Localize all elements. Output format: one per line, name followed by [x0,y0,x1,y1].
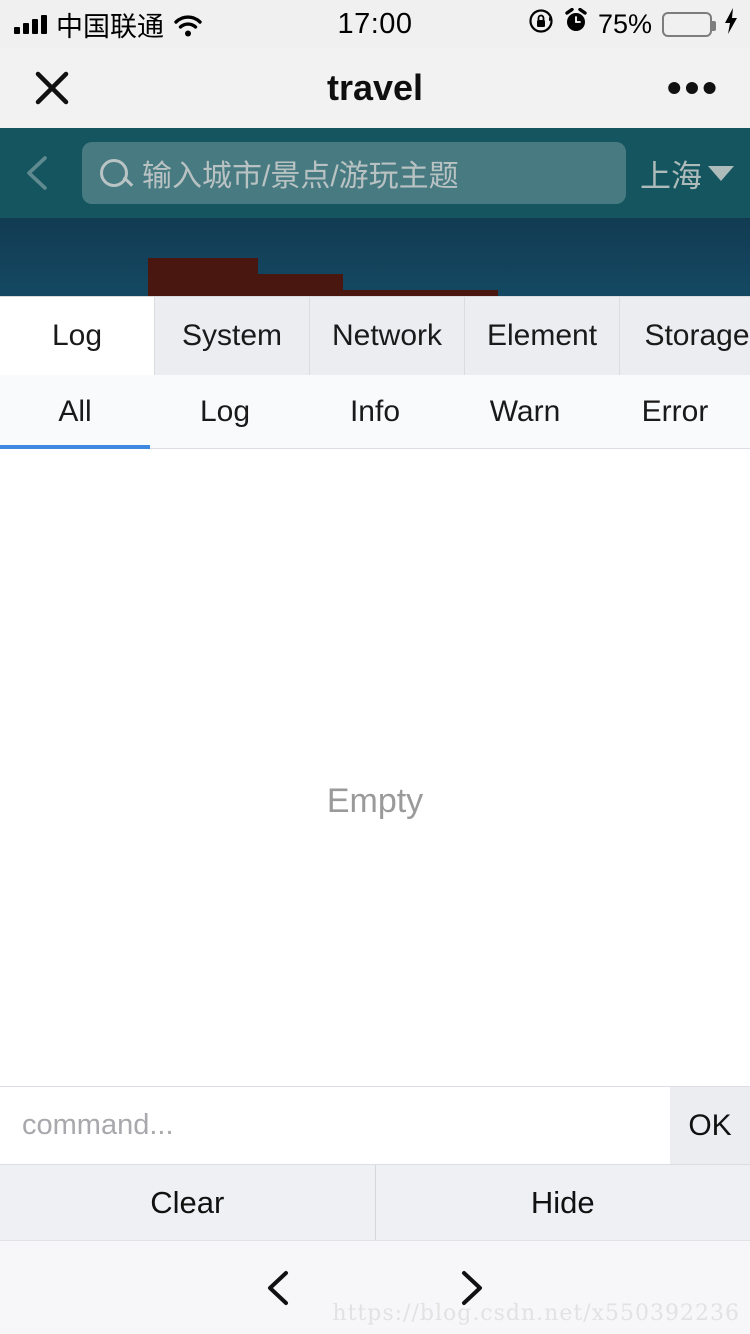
caret-down-icon [708,165,734,181]
filter-all-label: All [58,394,92,428]
empty-state-label: Empty [326,782,424,820]
phone-screen: 中国联通 17:00 75% travel ••• 输入城市/景点/游玩主题 上… [0,0,750,1334]
search-placeholder: 输入城市/景点/游玩主题 [142,160,459,193]
rotation-lock-icon [528,8,554,41]
tab-element-label: Element [486,319,598,352]
status-bar-right: 75% [528,7,740,42]
filter-info[interactable]: Info [300,375,450,448]
vconsole-panel: Log System Network Element Storage All L… [0,296,750,1240]
chevron-left-icon[interactable] [16,150,62,196]
close-icon[interactable] [30,66,74,110]
log-filter-bar: All Log Info Warn Error [0,375,750,449]
filter-log[interactable]: Log [150,375,300,448]
tab-system-label: System [181,319,283,352]
filter-warn[interactable]: Warn [450,375,600,448]
filter-warn-label: Warn [489,394,561,428]
page-title: travel [326,67,424,108]
filter-log-label: Log [199,394,251,428]
charging-bolt-icon [722,7,740,42]
command-submit-button[interactable]: OK [670,1087,750,1164]
status-bar: 中国联通 17:00 75% [0,0,750,48]
more-options-icon[interactable]: ••• [667,67,720,109]
tab-network[interactable]: Network [310,297,465,375]
tab-log-label: Log [51,319,103,352]
tab-network-label: Network [331,319,443,352]
tab-storage[interactable]: Storage [620,297,750,375]
hide-button[interactable]: Hide [376,1165,750,1240]
city-label: 上海 [640,158,702,194]
command-input[interactable] [0,1087,670,1164]
search-input[interactable]: 输入城市/景点/游玩主题 [82,142,626,204]
search-bar: 输入城市/景点/游玩主题 上海 [0,128,750,218]
watermark: https://blog.csdn.net/x550392236 [332,1301,740,1326]
clear-button[interactable]: Clear [0,1165,376,1240]
log-list[interactable]: Empty [0,449,750,1086]
filter-all[interactable]: All [0,375,150,449]
battery-icon [662,11,716,37]
vconsole-tab-bar: Log System Network Element Storage [0,297,750,375]
tab-storage-label: Storage [644,319,750,352]
tab-system[interactable]: System [155,297,310,375]
city-selector[interactable]: 上海 [640,151,734,196]
alarm-clock-icon [564,7,588,41]
chevron-left-icon[interactable] [260,1268,300,1308]
vconsole-footer: Clear Hide [0,1164,750,1240]
filter-error[interactable]: Error [600,375,750,448]
search-icon [100,159,128,187]
nav-bar: travel ••• [0,48,750,128]
filter-error-label: Error [641,394,709,428]
tab-element[interactable]: Element [465,297,620,375]
command-row: OK [0,1086,750,1164]
tab-log[interactable]: Log [0,297,155,375]
battery-percent-label: 75% [597,8,652,39]
filter-info-label: Info [349,394,401,428]
